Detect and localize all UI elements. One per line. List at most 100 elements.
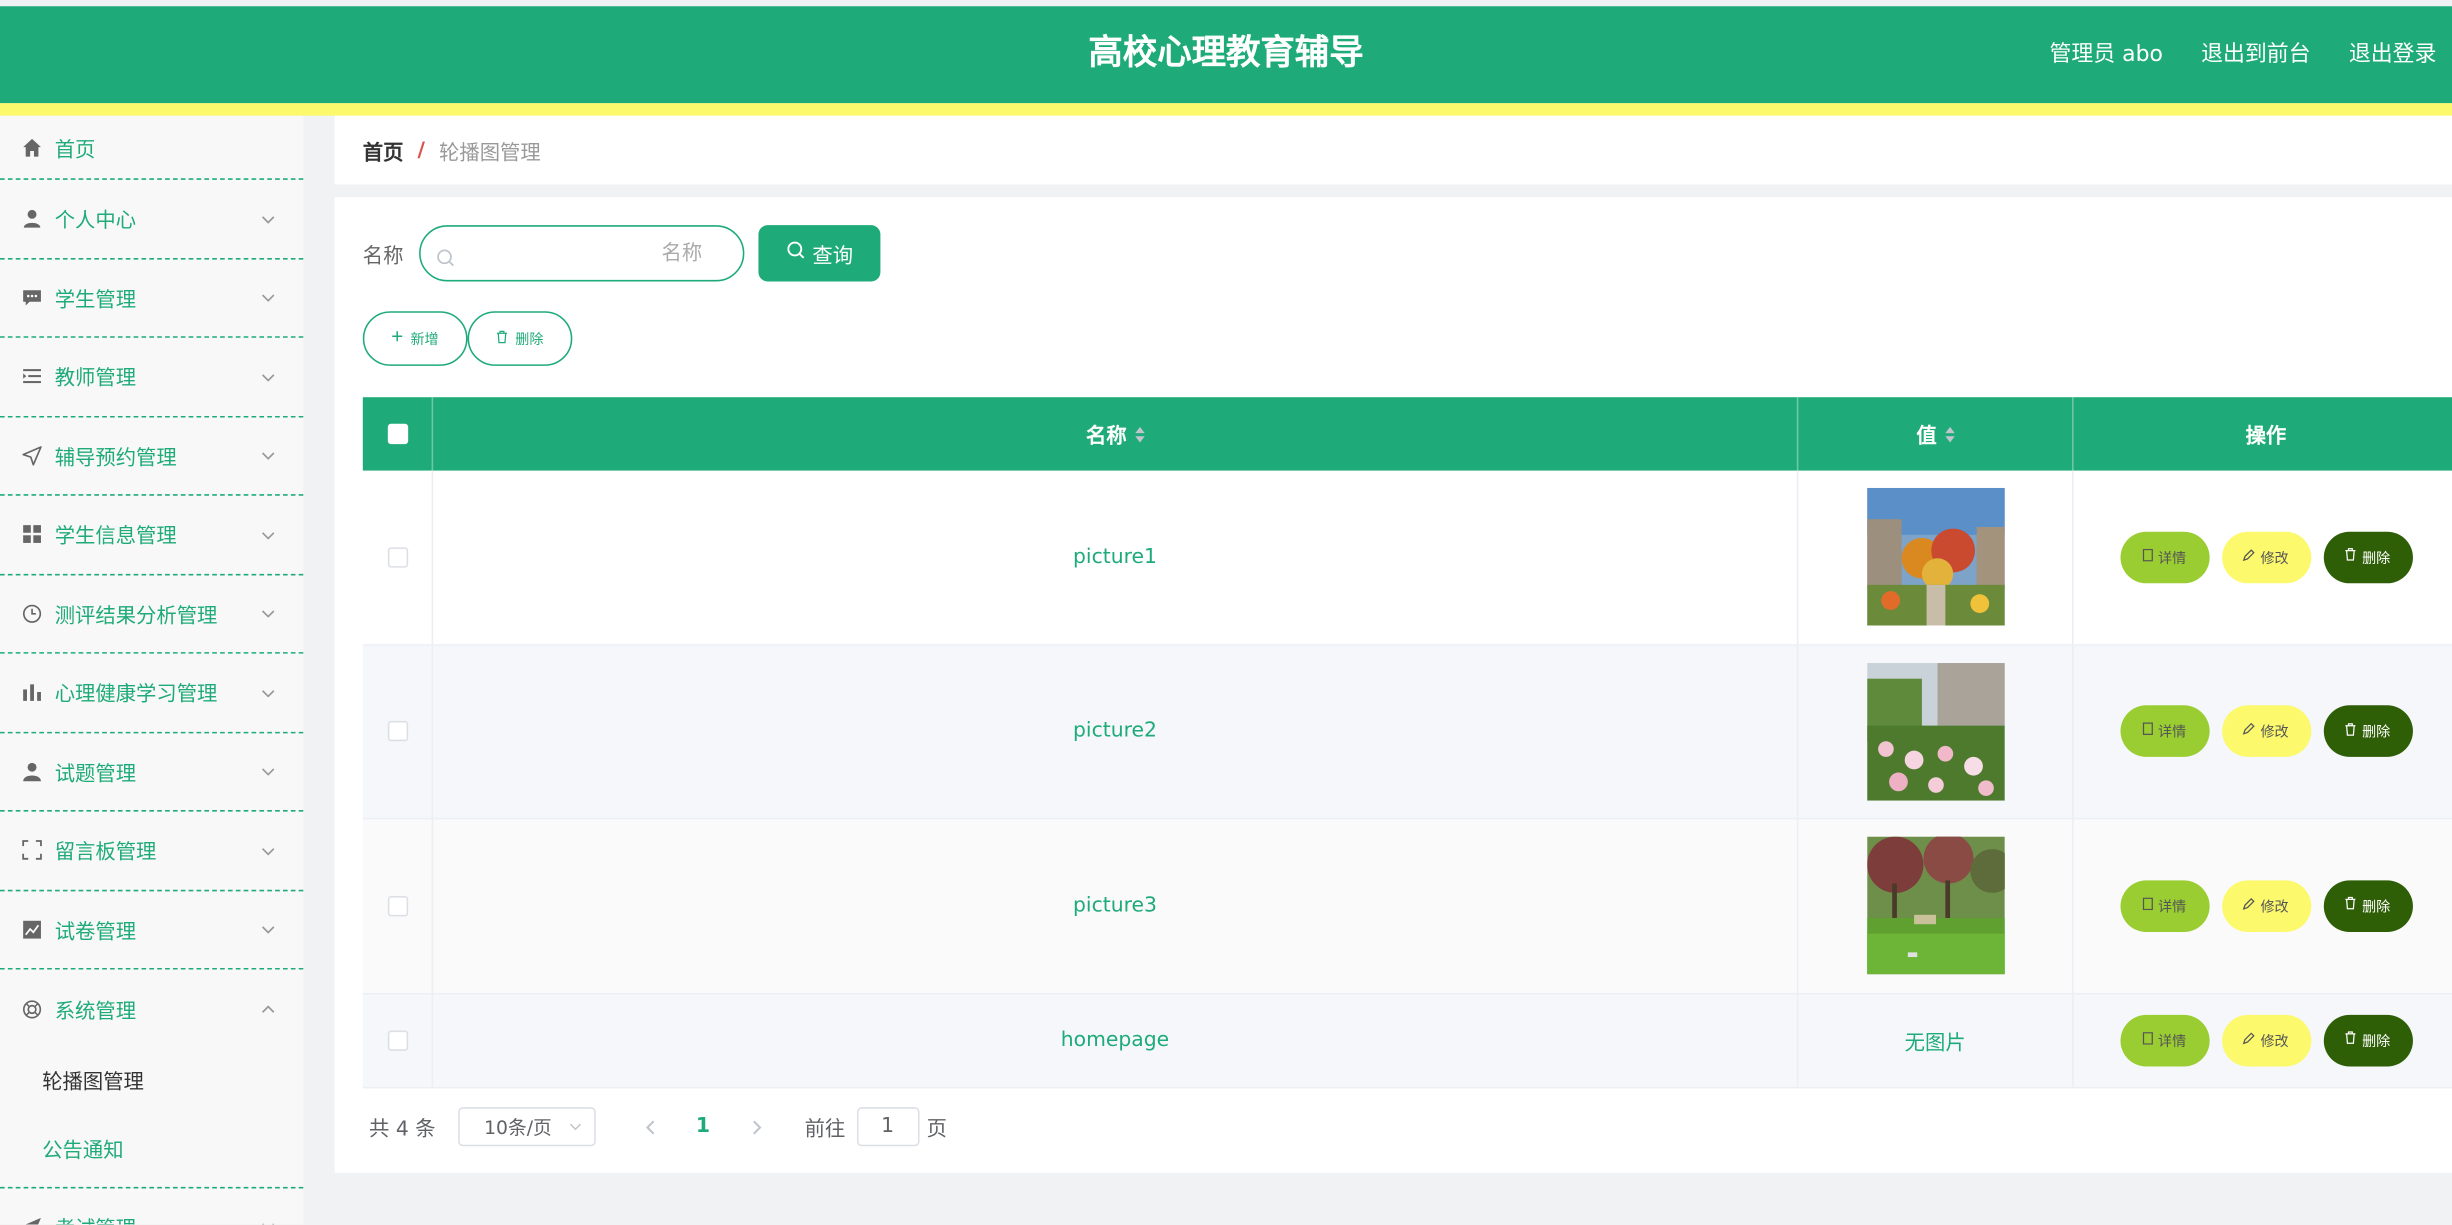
sidebar-subitem-carousel[interactable]: 轮播图管理 [0,1049,303,1118]
breadcrumb: 首页 / 轮播图管理 [334,115,2452,185]
sidebar-item-label: 学生管理 [54,288,137,313]
sidebar-item-exams[interactable]: 考试管理 [0,1188,303,1225]
next-page-button[interactable] [730,1119,783,1135]
search-icon [786,241,813,266]
goto-page-input[interactable] [856,1107,919,1147]
fullscreen-icon [20,839,42,861]
column-header-value[interactable]: 值 [1798,397,2074,471]
pencil-icon [2243,1031,2260,1048]
detail-button[interactable]: 详情 [2119,1014,2209,1066]
sidebar-item-assessment[interactable]: 测评结果分析管理 [0,575,304,654]
sidebar-item-label: 学生信息管理 [54,525,177,550]
query-button[interactable]: 查询 [758,225,881,282]
row-checkbox[interactable] [387,895,408,916]
pencil-icon [2243,723,2260,740]
bar-chart-icon [20,681,42,703]
search-icon [436,244,455,274]
sidebar-item-profile[interactable]: 个人中心 [0,180,304,259]
prev-page-button[interactable] [623,1119,676,1135]
sidebar-item-label: 首页 [54,138,96,162]
chevron-down-icon [261,918,275,941]
sort-icon[interactable] [1134,426,1144,442]
sidebar: 首页 个人中心 学生管理 教师管理 辅导预约管理 学生信息管理 测评结果分析管理… [0,115,304,1225]
top-header: 高校心理教育辅导 管理员 abo 退出到前台 退出登录 [0,6,2452,104]
delete-button[interactable]: 删除 [2323,705,2413,758]
detail-button-label: 详情 [2158,725,2187,742]
sidebar-item-questions[interactable]: 试题管理 [0,733,304,812]
page-size-select[interactable]: 10条/页 [457,1107,596,1147]
edit-button-label: 修改 [2260,1034,2289,1051]
edit-button[interactable]: 修改 [2221,531,2311,583]
detail-button[interactable]: 详情 [2119,880,2209,932]
delete-button-label: 删除 [2362,725,2391,742]
table-row: picture3 详情 修改 删除 [362,819,2452,994]
sort-icon[interactable] [1944,426,1954,442]
row-checkbox[interactable] [387,546,408,568]
delete-button[interactable]: 删除 [2323,1014,2413,1066]
column-header-name[interactable]: 名称 [433,397,1799,471]
detail-button[interactable]: 详情 [2119,531,2209,583]
sidebar-item-teachers[interactable]: 教师管理 [0,338,304,417]
search-bar: 名称 查询 [363,225,881,282]
breadcrumb-home[interactable]: 首页 [363,135,404,165]
system-submenu: 轮播图管理 公告通知 [0,1049,304,1188]
page-number[interactable]: 1 [676,1115,729,1138]
search-field [419,225,745,282]
carousel-thumbnail-image[interactable] [1866,662,2005,801]
sidebar-item-label: 测评结果分析管理 [54,604,218,629]
sidebar-item-label: 考试管理 [55,1212,136,1225]
chevron-down-icon [261,681,275,704]
add-button[interactable]: 新增 [362,311,468,366]
edit-button-label: 修改 [2260,551,2289,568]
detail-button[interactable]: 详情 [2119,705,2209,758]
sidebar-item-papers[interactable]: 试卷管理 [0,891,304,970]
carousel-thumbnail-image[interactable] [1866,488,2005,626]
sidebar-item-home[interactable]: 首页 [0,116,304,180]
pencil-icon [2243,548,2260,566]
sidebar-subitem-notice[interactable]: 公告通知 [0,1117,303,1186]
row-checkbox[interactable] [387,721,408,742]
column-header-label: 值 [1916,425,1937,449]
select-all-checkbox[interactable] [387,423,408,445]
edit-button[interactable]: 修改 [2221,880,2311,932]
sidebar-item-messages[interactable]: 留言板管理 [0,812,304,891]
page-suffix: 页 [926,1118,948,1142]
edit-button-label: 修改 [2260,900,2289,916]
query-button-label: 查询 [812,244,854,269]
exit-to-front-link[interactable]: 退出到前台 [2201,42,2310,67]
delete-button[interactable]: 删除 [2323,880,2413,932]
detail-button-label: 详情 [2158,551,2187,568]
row-name: picture2 [1073,719,1157,744]
chevron-down-icon [261,602,275,625]
chevron-up-icon [261,997,275,1020]
chevron-down-icon [261,1215,275,1225]
chat-icon [20,287,42,309]
sidebar-item-system[interactable]: 系统管理 [0,970,303,1049]
logout-link[interactable]: 退出登录 [2349,42,2437,67]
pagination: 共 4 条 10条/页 1 前往 页 [369,1107,948,1147]
delete-button[interactable]: 删除 [2323,531,2413,583]
sidebar-item-label: 辅导预约管理 [54,446,177,471]
sidebar-item-student-info[interactable]: 学生信息管理 [0,496,304,575]
send-icon [20,1215,42,1225]
home-icon [20,136,42,158]
detail-button-label: 详情 [2158,900,2187,916]
trash-icon [496,329,515,348]
edit-button[interactable]: 修改 [2221,1014,2311,1066]
row-checkbox[interactable] [387,1029,408,1051]
batch-delete-button[interactable]: 删除 [467,311,573,366]
delete-button-label: 删除 [2362,1034,2391,1051]
search-input[interactable] [420,226,743,280]
main-content: 名称 查询 新增 删除 名称 [334,197,2452,1173]
chevron-down-icon [261,286,275,309]
sidebar-item-students[interactable]: 学生管理 [0,259,304,338]
admin-user-label: 管理员 abo [2049,42,2163,68]
document-icon [2142,1031,2158,1048]
goto-label: 前往 [804,1118,846,1142]
sidebar-item-health-learning[interactable]: 心理健康学习管理 [0,654,304,733]
chevron-down-icon [261,760,275,783]
sidebar-item-appointments[interactable]: 辅导预约管理 [0,417,304,496]
edit-button[interactable]: 修改 [2221,705,2311,758]
carousel-thumbnail-image[interactable] [1866,837,2005,975]
edit-button-label: 修改 [2260,725,2289,742]
